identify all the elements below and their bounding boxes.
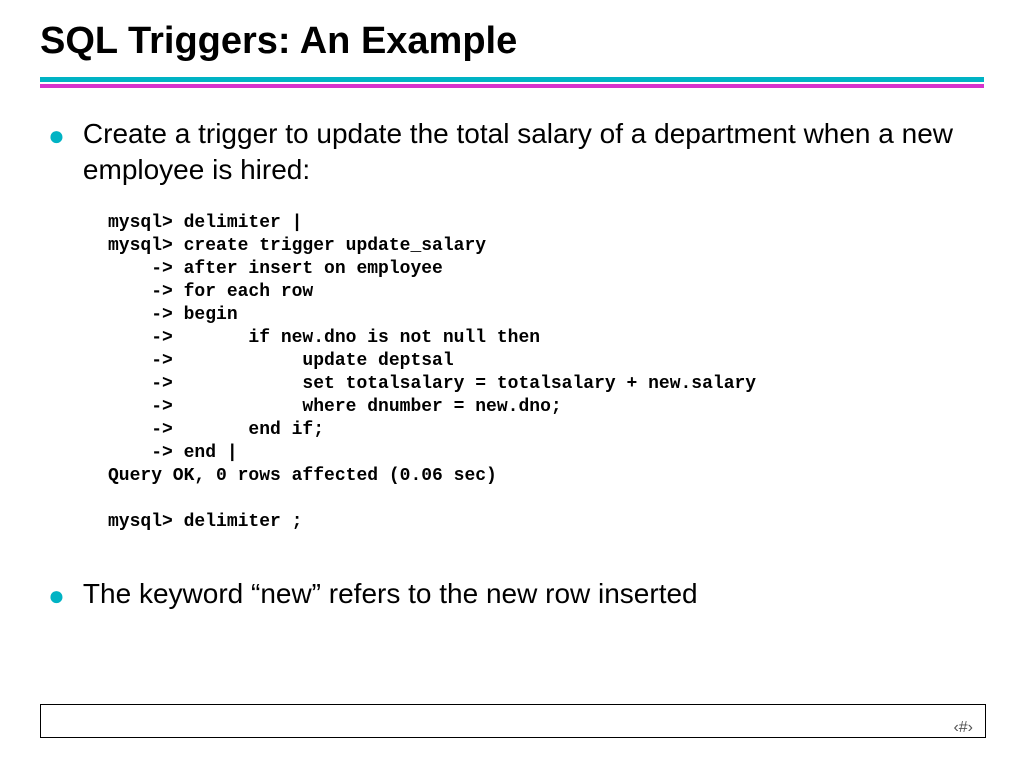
code-block: mysql> delimiter | mysql> create trigger…	[108, 212, 984, 534]
bullet-item: ● The keyword “new” refers to the new ro…	[48, 576, 984, 614]
divider-cyan	[40, 77, 984, 82]
title-divider	[40, 77, 984, 88]
divider-magenta	[40, 84, 984, 88]
slide: SQL Triggers: An Example ● Create a trig…	[0, 0, 1024, 768]
bullet-dot-icon: ●	[48, 578, 65, 614]
bullet-dot-icon: ●	[48, 118, 65, 154]
slide-title: SQL Triggers: An Example	[40, 20, 984, 63]
bullet-text: Create a trigger to update the total sal…	[83, 116, 984, 188]
footer-box: ‹#›	[40, 704, 986, 738]
slide-content: ● Create a trigger to update the total s…	[40, 116, 984, 614]
bullet-item: ● Create a trigger to update the total s…	[48, 116, 984, 188]
page-number: ‹#›	[953, 719, 973, 737]
bullet-text: The keyword “new” refers to the new row …	[83, 576, 984, 612]
